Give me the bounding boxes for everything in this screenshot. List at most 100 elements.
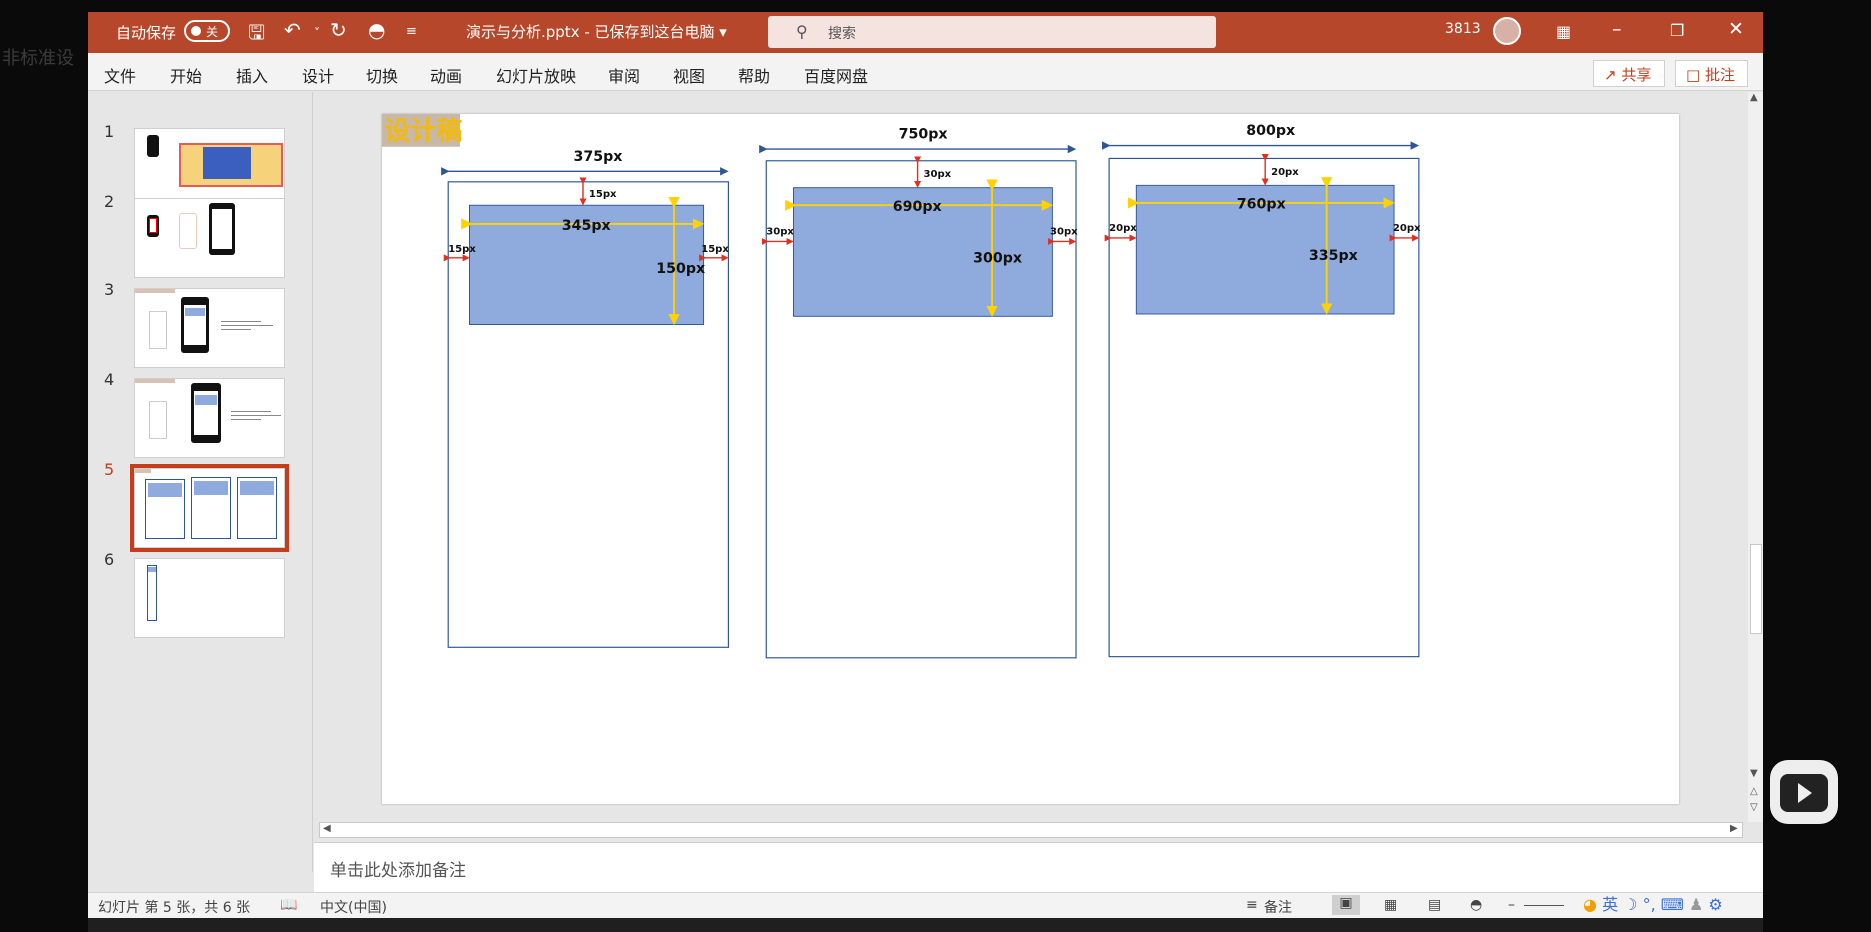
status-bar: 幻灯片 第 5 张，共 6 张 📖 中文(中国) ≡ 备注 ▣ ▦ ▤ ◓ –	[88, 892, 1763, 918]
scroll-right-icon[interactable]: ▶	[1730, 823, 1738, 834]
slide-thumbnail-1[interactable]	[134, 128, 285, 208]
scroll-up-icon[interactable]: ▲	[1750, 92, 1758, 103]
settings-icon: ⚙	[1708, 895, 1723, 914]
ime-toolbar[interactable]: ◕ 英 ☽ °, ⌨ ♟ ⚙	[1583, 891, 1723, 915]
menu-help[interactable]: 帮助	[738, 63, 770, 87]
autosave-toggle[interactable]: 关	[184, 20, 230, 42]
previous-slide-icon[interactable]: △	[1750, 786, 1758, 797]
slide-count: 幻灯片 第 5 张，共 6 张	[98, 900, 251, 916]
menu-view[interactable]: 视图	[673, 63, 705, 87]
menu-slideshow[interactable]: 幻灯片放映	[496, 63, 576, 87]
slide-thumbnail-pane: 1 2 3 4 5 6	[88, 92, 313, 872]
scroll-thumb[interactable]	[1750, 544, 1762, 634]
ime-logo-icon: ◕	[1583, 895, 1597, 914]
zoom-out-icon[interactable]: –	[1508, 897, 1515, 913]
slide-drawing: 设计稿 375px 15px 15px 15px 345px 150px 750…	[382, 114, 1421, 659]
vertical-scrollbar[interactable]: ▲ ▼ △ ▽	[1748, 92, 1763, 822]
inner-height-label: 335px	[1309, 248, 1358, 264]
bilibili-logo-icon	[1770, 760, 1838, 824]
thumb-header	[135, 469, 151, 473]
customize-toolbar-icon[interactable]: ≡	[406, 24, 417, 39]
close-icon[interactable]: ✕	[1728, 18, 1744, 40]
language-indicator[interactable]: 中文(中国)	[320, 897, 387, 917]
present-icon[interactable]: ◓	[368, 18, 385, 42]
phone-screen	[212, 209, 232, 249]
keyboard-icon: ⌨	[1660, 895, 1684, 914]
scroll-down-icon[interactable]: ▼	[1750, 768, 1758, 779]
slide-number: 1	[104, 122, 115, 141]
thumb-box	[185, 308, 205, 316]
slide-thumbnail-3[interactable]	[134, 288, 285, 368]
menu-design[interactable]: 设计	[302, 63, 334, 87]
notes-pane[interactable]: 单击此处添加备注	[314, 842, 1763, 892]
slide-number: 2	[104, 192, 115, 211]
redo-icon[interactable]: ↻	[330, 18, 347, 42]
thumb-header	[135, 289, 175, 293]
slide-thumbnail-5[interactable]	[130, 464, 289, 552]
horizontal-scrollbar[interactable]: ◀ ▶	[319, 822, 1743, 838]
thumb-box	[148, 567, 156, 572]
left-margin-label: 20px	[1109, 223, 1137, 234]
menu-transitions[interactable]: 切换	[366, 63, 398, 87]
avatar[interactable]	[1493, 17, 1521, 45]
comment-icon: □	[1686, 66, 1701, 84]
frame-width-label: 750px	[899, 127, 948, 143]
menu-animations[interactable]: 动画	[430, 63, 462, 87]
comment-label: 批注	[1704, 66, 1735, 84]
menu-file[interactable]: 文件	[104, 63, 136, 87]
text-line	[221, 325, 273, 326]
share-button[interactable]: ↗ 共享	[1593, 60, 1665, 87]
restore-icon[interactable]: ❐	[1670, 21, 1684, 40]
slide-sorter-icon[interactable]: ▦	[1384, 897, 1397, 913]
ime-punct-icon: °,	[1642, 895, 1656, 914]
minimize-icon[interactable]: –	[1612, 18, 1622, 40]
text-line	[221, 321, 261, 322]
next-slide-icon[interactable]: ▽	[1750, 802, 1758, 813]
thumb-box	[148, 483, 182, 497]
right-margin-label: 30px	[1050, 227, 1078, 238]
slide-canvas[interactable]: 设计稿 375px 15px 15px 15px 345px 150px 750…	[382, 114, 1679, 804]
right-margin-label: 15px	[701, 244, 729, 255]
share-label: 共享	[1621, 66, 1652, 84]
notes-toggle-label[interactable]: 备注	[1264, 897, 1292, 917]
thumb-frame	[147, 565, 157, 621]
zoom-slider[interactable]	[1524, 905, 1564, 906]
play-icon	[1798, 783, 1812, 803]
scroll-left-icon[interactable]: ◀	[323, 823, 331, 834]
slide-tag: 设计稿	[384, 116, 462, 147]
inner-height-label: 150px	[656, 261, 705, 277]
text-line	[231, 415, 281, 416]
save-icon[interactable]: 🖫	[248, 18, 265, 52]
menu-baidu-netdisk[interactable]: 百度网盘	[804, 63, 868, 87]
screen: 非标准设 自动保存 关 🖫 ↶ ˅ ↻ ◓ ≡ 演示与分析.pptx - 已保存…	[0, 0, 1871, 932]
toggle-knob	[191, 26, 201, 36]
document-title[interactable]: 演示与分析.pptx - 已保存到这台电脑 ▾	[466, 21, 727, 42]
title-bar: 自动保存 关 🖫 ↶ ˅ ↻ ◓ ≡ 演示与分析.pptx - 已保存到这台电脑…	[88, 12, 1763, 53]
ribbon-display-icon[interactable]: ▦	[1556, 22, 1571, 41]
top-margin-label: 30px	[923, 169, 951, 180]
user-id: 3813	[1445, 21, 1481, 37]
text-line	[231, 411, 271, 412]
inner-width-label: 345px	[562, 218, 611, 234]
undo-dropdown-icon[interactable]: ˅	[314, 26, 320, 40]
inner-width-label: 690px	[893, 199, 942, 215]
undo-icon[interactable]: ↶	[284, 18, 301, 42]
slide-thumbnail-2[interactable]	[134, 198, 285, 278]
slide-thumbnail-4[interactable]	[134, 378, 285, 458]
right-margin-label: 20px	[1393, 223, 1421, 234]
menu-review[interactable]: 审阅	[608, 63, 640, 87]
notes-icon: ≡	[1246, 897, 1258, 913]
slideshow-view-icon[interactable]: ◓	[1470, 897, 1482, 913]
search-placeholder: 搜索	[828, 26, 856, 42]
reading-view-icon[interactable]: ▤	[1428, 897, 1441, 913]
normal-view-icon[interactable]: ▣	[1332, 895, 1360, 915]
menu-home[interactable]: 开始	[170, 63, 202, 87]
search-box[interactable]: ⚲ 搜索	[768, 16, 1216, 48]
ime-moon-icon: ☽	[1623, 895, 1638, 914]
top-margin-label: 20px	[1271, 167, 1299, 178]
menu-insert[interactable]: 插入	[236, 63, 268, 87]
comment-button[interactable]: □ 批注	[1675, 60, 1748, 87]
spelling-icon[interactable]: 📖	[280, 897, 297, 913]
slide-thumbnail-6[interactable]	[134, 558, 285, 638]
phone-outline	[179, 213, 197, 249]
